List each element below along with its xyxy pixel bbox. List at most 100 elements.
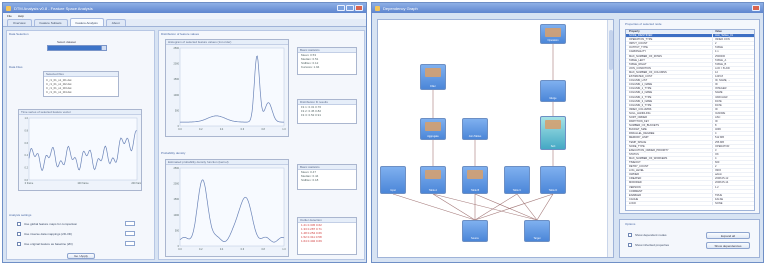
graph-node[interactable]: Merge [540,80,566,102]
close-button[interactable] [752,5,760,11]
graph-node-label: Join Tables [468,135,482,138]
property-key: STATUS [629,152,639,156]
minimize-button[interactable] [337,5,345,11]
x-tick-label: 1.0 [282,248,286,251]
number-field-3[interactable] [125,241,135,246]
property-key: NODE_IDENTIFIER [629,34,653,38]
file-list[interactable]: Selected files C_r1_01_s1_t01.dat C_r1_0… [43,71,119,97]
graph-node-label: Aggregate [427,135,439,138]
graph-edge [474,193,554,221]
property-value: INFO [712,169,754,173]
tab-about[interactable]: About [105,19,126,26]
graph-node-label: Table D [548,189,558,192]
graph-node[interactable]: Sort [540,116,566,150]
graph-node[interactable]: Filter [420,64,446,90]
graph-node-label: Merge [549,97,557,100]
histogram-plot: 25002000150010005000 0.0 0.2 0.4 0.6 0.8 1.0 [173,47,286,131]
expand-all-button[interactable]: Expand all [706,232,750,239]
scroll-thumb[interactable] [609,30,613,70]
graph-node[interactable]: Table A [420,166,446,194]
show-dependencies-button[interactable]: Show dependencies [706,242,750,249]
property-value: ID, NAME, ... [712,79,754,83]
graph-node[interactable]: Table B [462,166,488,194]
properties-table[interactable]: Property Value NODE_IDENTIFIER Join_Table… [625,29,755,211]
y-tick-label: 2500 [173,167,179,170]
x-tick-label: 1.0 [282,128,286,131]
tab-overview[interactable]: Overview [7,19,32,26]
checkbox[interactable] [17,242,21,246]
vertical-scrollbar[interactable] [607,20,613,257]
graph-edges [392,44,554,221]
check-show-inherited[interactable]: Show inherited properties [628,243,669,247]
checkbox[interactable] [628,233,632,237]
property-key: TEMP_SPACE [629,140,647,144]
check-inverse-mappings[interactable]: Use inverse data mappings (2D-3D) [17,232,72,236]
x-tick-label: 0.2 [199,248,203,251]
x-tick-label: 0.0 [178,128,182,131]
graph-node[interactable]: Aggregate [420,118,446,140]
property-key: TABLE_RIGHT [629,62,647,66]
chevron-down-icon[interactable] [101,46,106,50]
tab-feature-analysis[interactable]: Feature Analysis [69,18,104,26]
x-tick-label: 200 frame [131,182,141,185]
check-global-maps[interactable]: Use global feature maps for comparison [17,222,77,226]
maximize-button[interactable] [346,5,354,11]
properties-title: Properties of selected node [625,22,662,26]
checkbox[interactable] [628,243,632,247]
check-label: Use inverse data mappings (2D-3D) [24,232,72,236]
graph-node[interactable]: Source [462,220,488,242]
graph-node-label: Sort [550,145,556,148]
graph-node[interactable]: Table D [540,166,566,194]
list-item[interactable]: C_r1_01_s1_t04.dat [46,90,116,94]
property-value: 1245.8 [712,75,754,79]
check-original-baseline[interactable]: Use original feature as baseline (2D) [17,242,73,246]
property-key: CARDINALITY [629,50,647,54]
checkbox[interactable] [17,222,21,226]
property-key: OUTPUT_TYPE [629,46,648,50]
y-tick-label: 500 [175,229,180,232]
property-key: NUMBER_OF_BUCKETS [629,124,659,128]
apply-button[interactable]: Go / Apply [67,253,95,259]
analysis-titlebar: DTM Analysis v0.8 - Feature Space Analys… [3,3,366,13]
number-field-1[interactable] [125,221,135,226]
property-key: CACHE [629,197,639,201]
menu-file[interactable]: File [7,14,12,18]
property-value: 512 MB [712,136,754,140]
tab-feature-subsets[interactable]: Feature Subsets [33,19,68,26]
property-key: MAX_NUMBER_OF_WORKERS [629,156,668,160]
y-tick-label: 1500 [173,198,179,201]
y-tick-label: 1000 [173,214,179,217]
x-tick-label: 0.2 [199,128,203,131]
property-value: 3 [712,148,754,152]
number-field-2[interactable] [125,231,135,236]
property-value: 4096 [712,128,754,132]
property-key: NULL_HANDLING [629,111,651,115]
menu-help[interactable]: Help [18,14,24,18]
property-row[interactable]: LOCK NONE [626,201,754,207]
property-key: MODIFIED [629,181,642,185]
graph-node[interactable]: Table C [504,166,530,194]
close-button[interactable] [355,5,363,11]
graph-node[interactable]: Target [524,220,550,242]
property-value: IGNORE [712,111,754,115]
property-key: NODE_TYPE [629,144,645,148]
graph-node[interactable]: Operation [540,24,566,44]
analysis-window: DTM Analysis v0.8 - Feature Space Analys… [2,2,367,263]
graph-node-label: Table C [512,189,522,192]
graph-node[interactable]: Join Tables [462,118,488,140]
property-value: ID [712,107,754,111]
property-key: PARALLEL_DEGREE [629,132,655,136]
graph-edge [392,193,476,221]
y-tick-label: 1000 [173,94,179,97]
graph-node-label: Table A [428,189,438,192]
check-show-dependent[interactable]: Show dependent nodes [628,233,667,237]
property-key: TABLE_LEFT [629,58,645,62]
property-value: 1.2 [712,185,754,189]
dataset-combo[interactable] [47,45,107,51]
property-value: A.ID = B.AID [712,66,754,70]
outlier-box[interactable]: Outlier detection 1.21 0.345 0.62 1.33 0… [297,217,357,255]
stats-box-2: Basic statistics Mean: 0.47 Median: 0.44… [297,164,357,190]
graph-node[interactable]: Input [380,166,406,194]
checkbox[interactable] [17,232,21,236]
graph-canvas[interactable]: Operation Filter Merge Aggregate Join Tables… [377,19,614,258]
